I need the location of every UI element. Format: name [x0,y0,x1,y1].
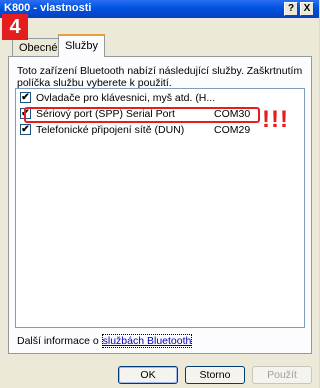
services-description: Toto zařízení Bluetooth nabízí následují… [17,65,303,89]
service-name: Telefonické připojení sítě (DUN) [36,124,185,136]
properties-dialog: K800 - vlastnosti ? X Obecné Služby 4 To… [0,0,319,388]
service-checkbox[interactable]: ✔ [20,92,31,103]
list-item-serial-port[interactable]: ✔ Sériový port (SPP) Serial Port COM30 [18,107,302,121]
service-checkbox[interactable]: ✔ [20,124,31,135]
close-button[interactable]: X [300,2,314,16]
list-item-dun[interactable]: ✔ Telefonické připojení sítě (DUN) COM29 [18,123,302,137]
more-info-prefix: Další informace o [17,335,102,347]
tab-general-label: Obecné [19,42,58,54]
tab-services[interactable]: Služby [58,34,106,57]
apply-button[interactable]: Použít [252,366,312,384]
tab-general[interactable]: Obecné [12,38,65,56]
list-item-hid[interactable]: ✔ Ovladače pro klávesnici, myš atd. (H..… [18,91,302,105]
tab-services-label: Služby [65,40,99,52]
service-checkbox[interactable]: ✔ [20,108,31,119]
window-title: K800 - vlastnosti [4,2,92,14]
service-name: Sériový port (SPP) Serial Port [36,108,175,120]
service-port: COM29 [214,124,251,136]
title-bar[interactable]: K800 - vlastnosti ? X [0,0,319,18]
ok-button[interactable]: OK [118,366,178,384]
step-number-badge: 4 [2,14,28,40]
services-panel: Toto zařízení Bluetooth nabízí následují… [8,56,312,354]
help-button[interactable]: ? [284,2,298,16]
service-port: COM30 [214,108,251,120]
alert-exclamation-marks: !!! [262,106,289,133]
cancel-button[interactable]: Storno [185,366,245,384]
service-name: Ovladače pro klávesnici, myš atd. (H... [36,92,216,104]
more-info-link[interactable]: službách Bluetooth [101,334,193,348]
more-info-text: Další informace o službách Bluetooth [17,334,193,348]
